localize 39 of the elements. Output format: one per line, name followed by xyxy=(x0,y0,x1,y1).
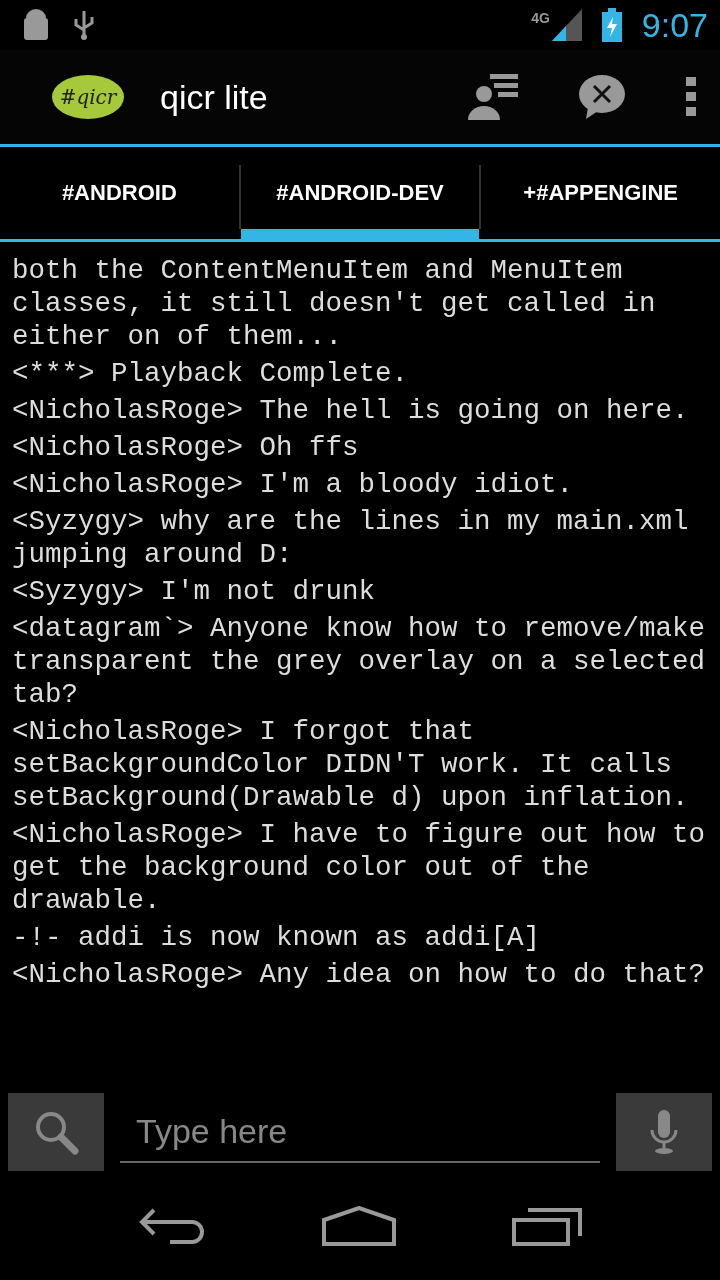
overflow-menu-icon xyxy=(686,77,696,117)
clock: 9:07 xyxy=(641,5,708,45)
overflow-menu-button[interactable] xyxy=(686,77,696,117)
battery-icon xyxy=(601,8,622,42)
channel-tab[interactable]: #ANDROID xyxy=(0,147,239,239)
chat-message: <NicholasRoge> The hell is going on here. xyxy=(12,394,690,427)
home-icon xyxy=(322,1206,396,1246)
message-input-field[interactable]: Type here xyxy=(120,1101,600,1163)
chat-message: <***> Playback Complete. xyxy=(12,357,410,390)
chat-message: <NicholasRoge> I forgot that setBackgroundColor DIDN'T work. It calls setBackground(Drawable d) upon inflation. xyxy=(12,715,690,814)
chat-message: <NicholasRoge> I'm a bloody idiot. xyxy=(12,468,575,501)
speech-bubble-close-icon xyxy=(578,75,626,119)
person-list-icon xyxy=(468,74,518,120)
back-arrow-icon xyxy=(138,1206,206,1246)
search-icon xyxy=(33,1109,79,1155)
chat-message: -!- addi is now known as addi[A] xyxy=(12,921,542,954)
signal-icon xyxy=(551,9,582,41)
chat-message: <Syzygy> why are the lines in my main.xml jumping around D: xyxy=(12,505,690,571)
chat-message: <datagram`> Anyone know how to remove/make transparent the grey overlay on a selected tab? xyxy=(12,612,707,711)
home-button[interactable] xyxy=(322,1206,396,1246)
search-button[interactable] xyxy=(8,1093,104,1171)
usb-icon xyxy=(72,9,96,41)
microphone-icon xyxy=(650,1110,678,1154)
channel-tab[interactable]: #ANDROID-DEV xyxy=(240,147,480,239)
chat-message: <NicholasRoge> I have to figure out how to get the background color out of the drawable. xyxy=(12,818,707,917)
voice-input-button[interactable] xyxy=(616,1093,712,1171)
chat-message: <Syzygy> I'm not drunk xyxy=(12,575,377,608)
back-button[interactable] xyxy=(138,1206,206,1246)
network-type-label: 4G xyxy=(531,10,550,26)
chat-message: <NicholasRoge> Any idea on how to do that? xyxy=(12,958,707,991)
close-channel-button[interactable] xyxy=(578,75,626,119)
channel-tab[interactable]: +#APPENGINE xyxy=(481,147,720,239)
recent-apps-button[interactable] xyxy=(512,1206,582,1246)
user-list-button[interactable] xyxy=(468,74,518,120)
chat-message: <NicholasRoge> Oh ffs xyxy=(12,431,360,464)
app-logo[interactable]: #qicr xyxy=(52,75,124,119)
app-title: qicr lite xyxy=(160,77,268,117)
chat-message: both the ContentMenuItem and MenuItem classes, it still doesn't get called in either on of them... xyxy=(12,254,657,353)
recent-apps-icon xyxy=(512,1206,582,1246)
